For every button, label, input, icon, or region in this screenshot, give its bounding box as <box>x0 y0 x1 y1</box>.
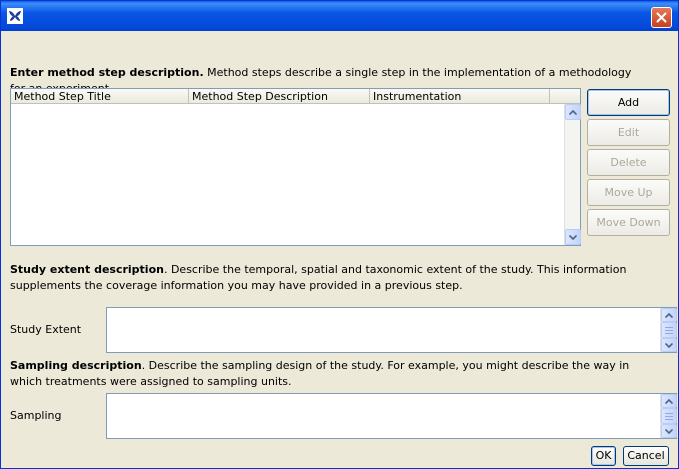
butterfly-icon <box>7 8 23 24</box>
column-header-instrumentation[interactable]: Instrumentation <box>370 89 550 103</box>
sampling-textarea[interactable] <box>106 393 677 439</box>
sampling-label: Sampling <box>10 409 62 422</box>
dialog-content: Enter method step description. Method st… <box>5 31 677 466</box>
study-extent-label: Study Extent <box>10 323 82 336</box>
chevron-up-icon <box>665 312 673 318</box>
add-button[interactable]: Add <box>587 89 670 116</box>
move-up-button[interactable]: Move Up <box>587 179 670 206</box>
scroll-down-button[interactable] <box>565 229 581 245</box>
study-extent-textarea[interactable] <box>106 307 677 353</box>
column-header-title[interactable]: Method Step Title <box>11 89 189 103</box>
scroll-up-button[interactable] <box>661 308 677 322</box>
scroll-thumb[interactable] <box>661 408 677 424</box>
table-header: Method Step Title Method Step Descriptio… <box>11 89 580 104</box>
chevron-down-icon <box>665 428 673 434</box>
scroll-up-button[interactable] <box>661 394 677 408</box>
study-extent-heading: Study extent description <box>10 263 164 276</box>
sampling-heading: Sampling description <box>10 359 142 372</box>
chevron-up-icon <box>569 109 577 115</box>
scroll-up-button[interactable] <box>565 104 581 120</box>
method-step-table[interactable]: Method Step Title Method Step Descriptio… <box>10 88 581 246</box>
table-scrollbar[interactable] <box>564 104 581 245</box>
sampling-scrollbar[interactable] <box>660 394 677 438</box>
chevron-up-icon <box>665 398 673 404</box>
scroll-down-button[interactable] <box>661 424 677 438</box>
method-step-heading: Enter method step description. <box>10 66 204 79</box>
scroll-thumb[interactable] <box>661 322 677 338</box>
close-icon <box>656 12 667 23</box>
cancel-button[interactable]: Cancel <box>623 446 669 466</box>
chevron-down-icon <box>569 234 577 240</box>
edit-button[interactable]: Edit <box>587 119 670 146</box>
scroll-down-button[interactable] <box>661 338 677 352</box>
close-button[interactable] <box>651 7 672 28</box>
study-extent-scrollbar[interactable] <box>660 308 677 352</box>
title-bar[interactable] <box>1 1 678 31</box>
study-extent-intro: Study extent description. Describe the t… <box>10 262 635 294</box>
delete-button[interactable]: Delete <box>587 149 670 176</box>
move-down-button[interactable]: Move Down <box>587 209 670 236</box>
chevron-down-icon <box>665 342 673 348</box>
column-header-description[interactable]: Method Step Description <box>189 89 370 103</box>
dialog-window: Enter method step description. Method st… <box>0 0 679 469</box>
sampling-intro: Sampling description. Describe the sampl… <box>10 358 640 390</box>
column-header-corner <box>550 89 580 103</box>
ok-button[interactable]: OK <box>591 446 616 466</box>
